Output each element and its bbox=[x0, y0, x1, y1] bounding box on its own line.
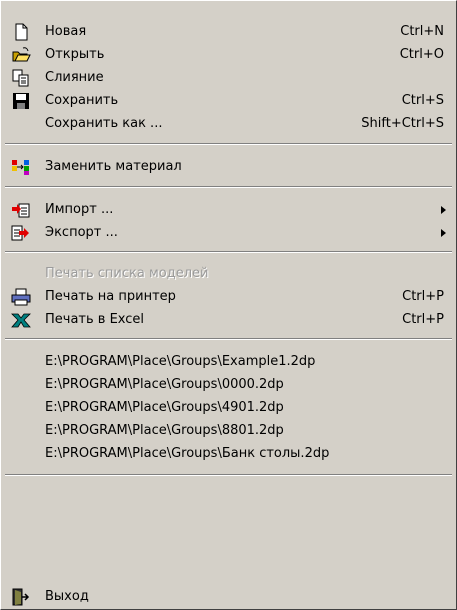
menu-item-label: Экспорт ... bbox=[45, 225, 118, 240]
menu-item-new[interactable]: Новая Ctrl+N bbox=[1, 21, 456, 43]
menu-item-label: Заменить материал bbox=[45, 159, 182, 174]
menu-item-label: Печать на принтер bbox=[45, 289, 176, 304]
menu-item-shortcut: Ctrl+P bbox=[402, 312, 444, 327]
menu-item-label: E:\PROGRAM\Place\Groups\Example1.2dp bbox=[45, 354, 316, 369]
menu-item-label: Открыть bbox=[45, 47, 105, 62]
menu-item-print-printer[interactable]: Печать на принтер Ctrl+P bbox=[1, 286, 456, 308]
menu-item-label: Сохранить как ... bbox=[45, 116, 163, 131]
excel-icon bbox=[11, 311, 31, 329]
menu-item-shortcut: Ctrl+O bbox=[399, 47, 444, 62]
replace-material-icon bbox=[11, 158, 31, 176]
menu-item-replace-material[interactable]: Заменить материал bbox=[1, 156, 456, 178]
merge-icon bbox=[11, 69, 31, 87]
menu-item-label: E:\PROGRAM\Place\Groups\0000.2dp bbox=[45, 377, 284, 392]
menu-item-label: E:\PROGRAM\Place\Groups\Банк столы.2dp bbox=[45, 446, 330, 461]
file-menu: Новая Ctrl+N Открыть Ctrl+O Слияние Сохр… bbox=[0, 0, 457, 610]
menu-item-label: Новая bbox=[45, 24, 87, 39]
menu-item-recent-file[interactable]: E:\PROGRAM\Place\Groups\0000.2dp bbox=[1, 374, 456, 396]
menu-item-recent-file[interactable]: E:\PROGRAM\Place\Groups\Банк столы.2dp bbox=[1, 443, 456, 465]
save-disk-icon bbox=[11, 92, 31, 110]
menu-separator bbox=[5, 251, 452, 253]
menu-item-import[interactable]: Импорт ... bbox=[1, 199, 456, 221]
menu-item-export[interactable]: Экспорт ... bbox=[1, 222, 456, 244]
menu-separator bbox=[5, 338, 452, 340]
menu-item-shortcut: Ctrl+P bbox=[402, 289, 444, 304]
import-icon bbox=[11, 201, 31, 219]
menu-item-exit[interactable]: Выход bbox=[1, 586, 456, 608]
menu-item-shortcut: Ctrl+N bbox=[400, 24, 444, 39]
menu-separator bbox=[5, 143, 452, 145]
exit-door-icon bbox=[11, 588, 31, 606]
menu-item-label: E:\PROGRAM\Place\Groups\4901.2dp bbox=[45, 400, 284, 415]
printer-icon bbox=[11, 288, 31, 306]
menu-item-merge[interactable]: Слияние bbox=[1, 67, 456, 89]
menu-item-shortcut: Ctrl+S bbox=[401, 93, 444, 108]
menu-item-label: Печать списка моделей bbox=[45, 266, 209, 281]
menu-item-print-models-list: Печать списка моделей bbox=[1, 263, 456, 285]
menu-item-label: Печать в Excel bbox=[45, 312, 145, 327]
menu-item-label: E:\PROGRAM\Place\Groups\8801.2dp bbox=[45, 423, 284, 438]
new-document-icon bbox=[11, 23, 31, 41]
submenu-arrow-icon bbox=[441, 206, 446, 214]
menu-item-print-excel[interactable]: Печать в Excel Ctrl+P bbox=[1, 309, 456, 331]
menu-item-recent-file[interactable]: E:\PROGRAM\Place\Groups\4901.2dp bbox=[1, 397, 456, 419]
menu-item-shortcut: Shift+Ctrl+S bbox=[361, 116, 444, 131]
menu-item-save[interactable]: Сохранить Ctrl+S bbox=[1, 90, 456, 112]
menu-item-recent-file[interactable]: E:\PROGRAM\Place\Groups\8801.2dp bbox=[1, 420, 456, 442]
menu-separator bbox=[5, 186, 452, 188]
submenu-arrow-icon bbox=[441, 229, 446, 237]
menu-item-label: Слияние bbox=[45, 70, 104, 85]
menu-separator bbox=[5, 474, 452, 476]
menu-item-open[interactable]: Открыть Ctrl+O bbox=[1, 44, 456, 66]
open-folder-icon bbox=[11, 46, 31, 64]
menu-item-label: Сохранить bbox=[45, 93, 119, 108]
menu-item-recent-file[interactable]: E:\PROGRAM\Place\Groups\Example1.2dp bbox=[1, 351, 456, 373]
menu-item-label: Выход bbox=[45, 589, 89, 604]
export-icon bbox=[11, 224, 31, 242]
menu-item-save-as[interactable]: Сохранить как ... Shift+Ctrl+S bbox=[1, 113, 456, 135]
menu-item-label: Импорт ... bbox=[45, 202, 114, 217]
